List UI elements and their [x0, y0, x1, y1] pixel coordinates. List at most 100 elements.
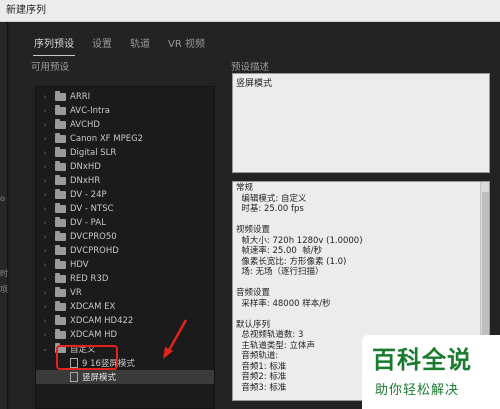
chevron-right-icon[interactable]: ›: [40, 107, 50, 115]
preset-label: HDV: [70, 260, 89, 270]
chevron-right-icon[interactable]: ›: [40, 303, 50, 311]
tab-sequence-presets[interactable]: 序列预设: [25, 36, 83, 56]
watermark-subtitle: 助你轻松解决: [375, 383, 460, 398]
preset-label: DV - PAL: [70, 218, 106, 228]
chevron-right-icon[interactable]: ›: [40, 205, 50, 213]
preset-label: DV - 24P: [70, 190, 107, 200]
folder-icon: [55, 133, 66, 143]
preset-label: XDCAM EX: [70, 302, 116, 312]
chevron-right-icon[interactable]: ›: [40, 289, 50, 297]
folder-icon: [55, 329, 66, 339]
preset-description-text[interactable]: 竖屏模式: [232, 73, 490, 173]
preset-file-row[interactable]: 竖屏模式: [36, 370, 214, 384]
chevron-right-icon[interactable]: ›: [40, 93, 50, 101]
preset-detail-line: 帧速率: 25.00 帧/秒: [236, 246, 323, 256]
folder-icon: [55, 259, 66, 269]
preset-detail-line: [236, 215, 486, 226]
chevron-right-icon[interactable]: ›: [40, 331, 50, 339]
tab-settings[interactable]: 设置: [83, 36, 121, 54]
watermark-title: 百科全说: [372, 346, 472, 374]
preset-label: XDCAM HD: [70, 330, 118, 340]
preset-detail-line: 场: 无场（逐行扫描）: [236, 267, 324, 277]
preset-detail-line: 常规: [236, 183, 254, 193]
preset-label: ARRI: [70, 92, 91, 102]
folder-icon: [55, 245, 66, 255]
preset-label: DV - NTSC: [70, 204, 114, 214]
red-arrow-icon: [163, 319, 188, 359]
chevron-right-icon[interactable]: ›: [40, 177, 50, 185]
preset-detail-line: 默认序列: [236, 319, 271, 330]
preset-label: RED R3D: [70, 274, 109, 284]
preset-folder-row[interactable]: › ARRI: [36, 90, 214, 104]
preset-folder-row[interactable]: › DVCPROHD: [36, 244, 214, 258]
preset-detail-line: 音频设置: [236, 288, 271, 298]
chevron-right-icon[interactable]: ›: [40, 219, 50, 227]
preset-detail-line: [236, 309, 486, 320]
chevron-down-icon[interactable]: ⌄: [40, 345, 50, 353]
tab-vr-video[interactable]: VR 视频: [159, 36, 214, 54]
background-window-text: 时: [0, 269, 8, 278]
chevron-right-icon[interactable]: ›: [40, 135, 50, 143]
folder-icon: [55, 273, 66, 283]
folder-icon: [55, 105, 66, 115]
preset-folder-row[interactable]: › VR: [36, 286, 214, 300]
preset-folder-row[interactable]: › DV - NTSC: [36, 202, 214, 216]
preset-folder-row[interactable]: › DVCPRO50: [36, 230, 214, 244]
tab-tracks[interactable]: 轨道: [121, 36, 159, 54]
preset-folder-row[interactable]: › HDV: [36, 258, 214, 272]
folder-icon: [55, 203, 66, 213]
folder-icon: [55, 217, 66, 227]
preset-detail-line: 帧大小: 720h 1280v (1.0000): [236, 235, 363, 246]
preset-detail-line: 采样率: 48000 样本/秒: [236, 298, 331, 309]
background-window-text: o: [0, 194, 5, 203]
folder-icon: [55, 287, 66, 297]
preset-label: VR: [70, 288, 82, 298]
chevron-right-icon[interactable]: ›: [40, 275, 50, 283]
watermark-logo: 百科全说 助你轻松解决: [362, 335, 500, 409]
chevron-right-icon[interactable]: ›: [40, 191, 50, 199]
preset-label: Digital SLR: [70, 148, 117, 158]
folder-icon: [55, 91, 66, 101]
preset-detail-line: 像素长宽比: 方形像素 (1.0): [236, 256, 347, 267]
preset-detail-line: 视频设置: [236, 225, 271, 235]
preset-folder-row[interactable]: › AVC-Intra: [36, 104, 214, 118]
preset-label: 竖屏模式: [82, 373, 117, 383]
chevron-right-icon[interactable]: ›: [40, 163, 50, 171]
preset-detail-line: 时基: 25.00 fps: [236, 204, 304, 214]
preset-detail-line: [236, 278, 486, 289]
preset-folder-row[interactable]: › RED R3D: [36, 272, 214, 286]
chevron-right-icon[interactable]: ›: [40, 247, 50, 255]
preset-detail-line: 编辑模式: 自定义: [236, 193, 307, 204]
background-window-text: 项: [0, 285, 8, 294]
preset-folder-row[interactable]: › AVCHD: [36, 118, 214, 132]
background-window-strip: o 时 项: [0, 22, 8, 409]
available-presets-title: 可用预设: [31, 62, 70, 73]
preset-label: DVCPROHD: [70, 246, 119, 256]
folder-icon: [55, 161, 66, 171]
preset-folder-row[interactable]: › DNxHR: [36, 174, 214, 188]
folder-icon: [55, 189, 66, 199]
chevron-right-icon[interactable]: ›: [40, 317, 50, 325]
chevron-right-icon[interactable]: ›: [40, 121, 50, 129]
preset-file-icon: [70, 372, 78, 382]
preset-label: DVCPRO50: [70, 232, 117, 242]
chevron-right-icon[interactable]: ›: [40, 149, 50, 157]
preset-folder-row[interactable]: › Canon XF MPEG2: [36, 132, 214, 146]
preset-label: DNxHR: [70, 176, 101, 186]
preset-folder-row[interactable]: › DV - PAL: [36, 216, 214, 230]
preset-folder-row[interactable]: › Digital SLR: [36, 146, 214, 160]
folder-icon: [55, 231, 66, 241]
folder-icon: [55, 315, 66, 325]
preset-folder-row[interactable]: › XDCAM EX: [36, 300, 214, 314]
folder-icon: [55, 301, 66, 311]
chevron-right-icon[interactable]: ›: [40, 261, 50, 269]
preset-folder-row[interactable]: › DNxHD: [36, 160, 214, 174]
chevron-right-icon[interactable]: ›: [40, 233, 50, 241]
preset-label: AVCHD: [70, 120, 100, 130]
preset-label: DNxHD: [70, 162, 101, 172]
preset-label: AVC-Intra: [70, 106, 111, 116]
folder-icon: [55, 147, 66, 157]
selected-preset-highlight-box: [56, 345, 118, 370]
preset-folder-row[interactable]: › DV - 24P: [36, 188, 214, 202]
preset-description-title: 预设描述: [231, 62, 270, 73]
